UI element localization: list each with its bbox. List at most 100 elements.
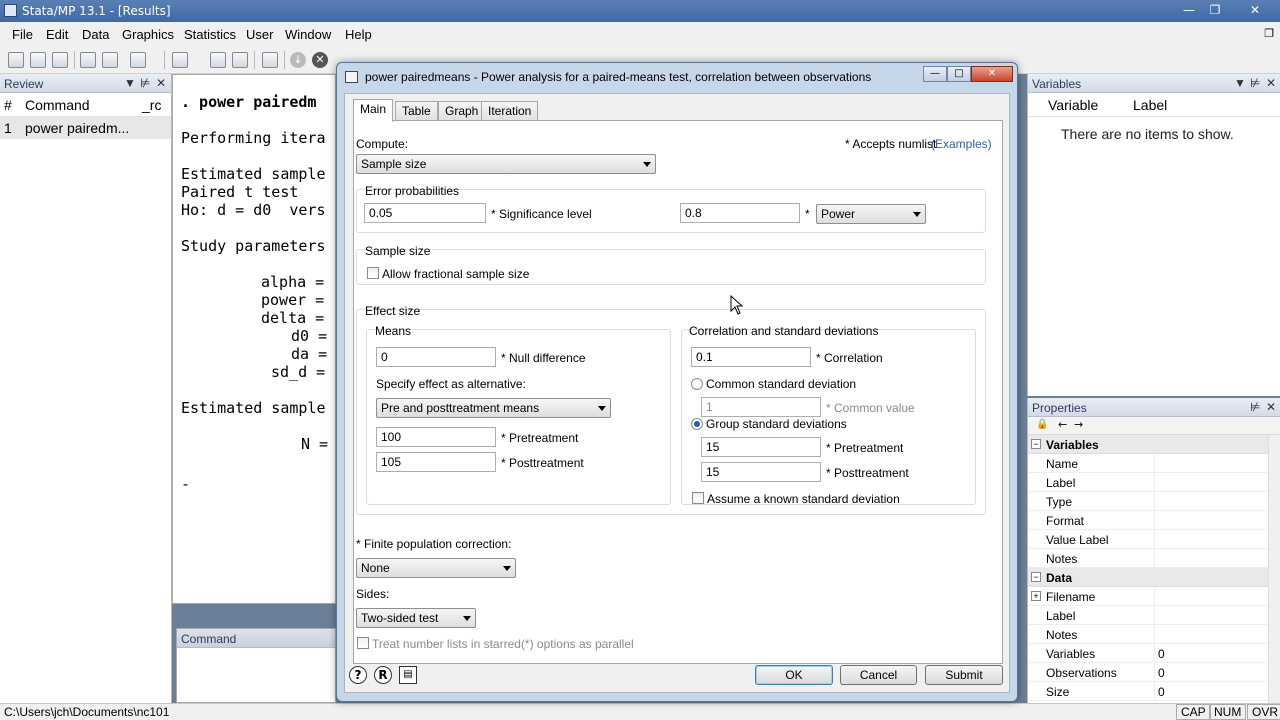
graph-icon[interactable] <box>130 52 146 68</box>
ok-button[interactable]: OK <box>755 665 833 685</box>
common-value-input[interactable]: 1 <box>701 397 821 417</box>
forward-arrow-icon[interactable]: → <box>1074 418 1083 431</box>
prop-row[interactable]: Value Label <box>1028 530 1280 549</box>
close-panel-icon[interactable]: ✕ <box>156 76 166 90</box>
viewer-icon[interactable] <box>102 52 118 68</box>
expand-icon[interactable]: + <box>1031 591 1041 601</box>
menu-graphics[interactable]: Graphics <box>122 27 174 42</box>
alpha-input[interactable]: 0.05 <box>364 203 486 223</box>
tab-iteration[interactable]: Iteration <box>481 101 539 121</box>
minimize-icon[interactable]: — <box>923 66 947 82</box>
results-line: da = <box>291 345 328 363</box>
cancel-button[interactable]: Cancel <box>840 665 917 685</box>
maximize-icon[interactable]: □ <box>947 66 971 82</box>
col-label[interactable]: Label <box>1133 97 1167 113</box>
lock-icon[interactable]: 🔒 <box>1036 419 1048 430</box>
prop-row[interactable]: Name <box>1028 454 1280 473</box>
save-icon[interactable] <box>30 52 46 68</box>
examples-link[interactable]: (Examples) <box>931 137 992 151</box>
review-row[interactable]: 1 power pairedm... <box>0 117 171 139</box>
power-select[interactable]: Power <box>816 204 926 224</box>
minimize-icon[interactable]: — <box>1178 2 1200 18</box>
prop-row[interactable]: Format <box>1028 511 1280 530</box>
break-icon[interactable]: ✕ <box>312 52 328 68</box>
close-icon[interactable]: ✕ <box>971 66 1013 82</box>
correlation-input[interactable]: 0.1 <box>691 347 811 367</box>
command-panel[interactable]: Command <box>176 628 336 703</box>
tab-graph[interactable]: Graph <box>438 101 486 121</box>
review-header: Review ▼ ⊭ ✕ <box>0 74 171 93</box>
properties-scrollbar[interactable] <box>1268 435 1280 703</box>
group-posttreatment-input[interactable]: 15 <box>701 462 821 482</box>
help-icon[interactable]: ? <box>349 666 367 684</box>
pin-icon[interactable]: ⊭ <box>140 76 150 90</box>
menu-window[interactable]: Window <box>285 27 331 42</box>
menu-help[interactable]: Help <box>345 27 372 42</box>
known-sd-checkbox[interactable] <box>692 492 704 504</box>
pin-icon[interactable]: ⊭ <box>1250 400 1260 414</box>
compute-select[interactable]: Sample size <box>356 154 656 174</box>
filter-icon[interactable]: ▼ <box>1234 76 1246 90</box>
null-difference-input[interactable]: 0 <box>376 347 496 367</box>
fractional-sample-checkbox[interactable] <box>367 267 379 279</box>
back-arrow-icon[interactable]: ← <box>1058 418 1067 431</box>
maximize-icon[interactable]: ❐ <box>1204 2 1226 18</box>
prop-row[interactable]: Label <box>1028 473 1280 492</box>
pin-icon[interactable]: ⊭ <box>1250 76 1260 90</box>
close-panel-icon[interactable]: ✕ <box>1266 76 1276 90</box>
results-window[interactable]: . power pairedm Performing itera Estimat… <box>172 74 336 604</box>
filter-icon[interactable]: ▼ <box>124 76 136 90</box>
data-browser-icon[interactable] <box>232 52 248 68</box>
prop-row[interactable]: Notes <box>1028 625 1280 644</box>
common-value-label: * Common value <box>826 401 915 415</box>
menu-edit[interactable]: Edit <box>46 27 68 42</box>
sides-select[interactable]: Two-sided test <box>356 608 476 628</box>
col-num[interactable]: # <box>4 97 12 113</box>
common-sd-radio[interactable] <box>691 378 703 390</box>
posttreatment-mean-input[interactable]: 105 <box>376 452 496 472</box>
do-file-editor-icon[interactable] <box>172 52 188 68</box>
data-editor-icon[interactable] <box>210 52 226 68</box>
variables-manager-icon[interactable] <box>262 52 278 68</box>
menu-data[interactable]: Data <box>82 27 109 42</box>
menu-user[interactable]: User <box>246 27 273 42</box>
copy-command-icon[interactable]: ▤ <box>399 666 417 684</box>
prop-row[interactable]: Type <box>1028 492 1280 511</box>
results-line: N = <box>301 435 329 453</box>
prop-row[interactable]: Size 0 <box>1028 682 1280 701</box>
menu-file[interactable]: File <box>12 27 33 42</box>
fpc-select[interactable]: None <box>356 558 516 578</box>
log-icon[interactable] <box>80 52 96 68</box>
results-line: Paired t test <box>181 183 299 201</box>
collapse-icon[interactable]: − <box>1031 439 1041 449</box>
group-pretreatment-input[interactable]: 15 <box>701 437 821 457</box>
prop-row[interactable]: Observations 0 <box>1028 663 1280 682</box>
tab-main[interactable]: Main <box>353 99 394 122</box>
menu-statistics[interactable]: Statistics <box>184 27 236 42</box>
print-icon[interactable] <box>52 52 68 68</box>
more-icon[interactable]: ↓ <box>290 52 306 68</box>
prop-section-variables[interactable]: − Variables <box>1028 435 1280 454</box>
prop-row[interactable]: Label <box>1028 606 1280 625</box>
submit-button[interactable]: Submit <box>925 665 1003 685</box>
pretreatment-mean-input[interactable]: 100 <box>376 427 496 447</box>
reset-icon[interactable]: R <box>374 666 392 684</box>
specify-effect-select[interactable]: Pre and posttreatment means <box>376 398 611 418</box>
power-input[interactable]: 0.8 <box>680 203 800 223</box>
parallel-checkbox[interactable] <box>357 637 369 649</box>
close-panel-icon[interactable]: ✕ <box>1266 400 1276 414</box>
col-command[interactable]: Command <box>25 97 90 113</box>
collapse-icon[interactable]: − <box>1031 572 1041 582</box>
group-sd-radio[interactable] <box>691 418 703 430</box>
prop-section-data[interactable]: − Data <box>1028 568 1280 587</box>
prop-row[interactable]: Variables 0 <box>1028 644 1280 663</box>
col-rc[interactable]: _rc <box>142 97 161 113</box>
tab-table[interactable]: Table <box>395 101 438 121</box>
open-icon[interactable] <box>8 52 24 68</box>
close-icon[interactable]: ✕ <box>1244 2 1266 18</box>
prop-row[interactable]: + Filename <box>1028 587 1280 606</box>
results-line: Estimated sample <box>181 399 326 417</box>
restore-icon[interactable]: ❐ <box>1264 27 1274 40</box>
prop-row[interactable]: Notes <box>1028 549 1280 568</box>
col-variable[interactable]: Variable <box>1048 97 1098 113</box>
